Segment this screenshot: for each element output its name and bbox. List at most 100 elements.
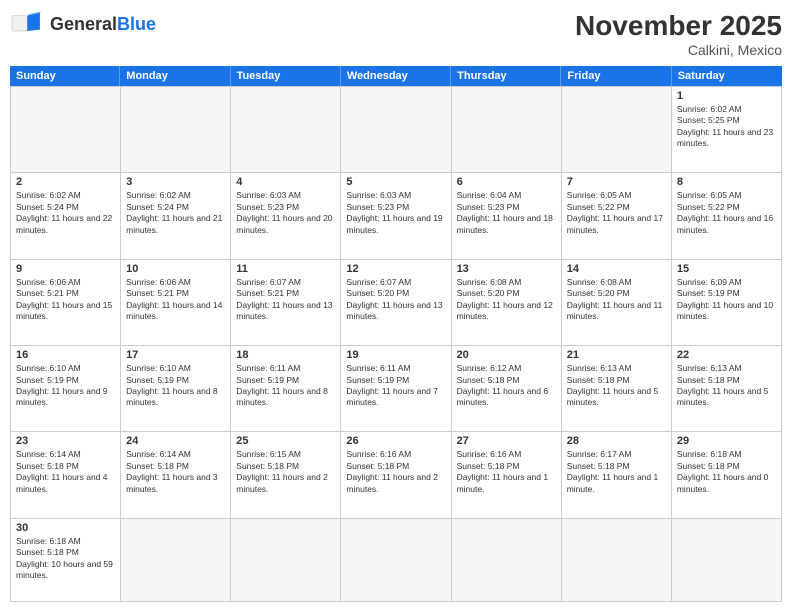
day-info: Sunrise: 6:05 AM Sunset: 5:22 PM Dayligh… [567, 190, 666, 236]
table-row: 28Sunrise: 6:17 AM Sunset: 5:18 PM Dayli… [562, 432, 672, 518]
day-number: 7 [567, 176, 666, 188]
day-number: 2 [16, 176, 115, 188]
day-info: Sunrise: 6:14 AM Sunset: 5:18 PM Dayligh… [16, 449, 115, 495]
day-info: Sunrise: 6:03 AM Sunset: 5:23 PM Dayligh… [346, 190, 445, 236]
day-number: 19 [346, 349, 445, 361]
table-row: 18 Sunrise: 6:11 AM Sunset: 5:19 PM Dayli… [231, 346, 341, 432]
table-row: 3 Sunrise: 6:02 AM Sunset: 5:24 PM Daylig… [121, 173, 231, 259]
table-row: 6Sunrise: 6:04 AM Sunset: 5:23 PM Daylig… [452, 173, 562, 259]
day-info: Sunrise: 6:04 AM Sunset: 5:23 PM Dayligh… [457, 190, 556, 236]
day-number: 27 [457, 435, 556, 447]
header-tuesday: Tuesday [231, 66, 341, 86]
calendar-header: Sunday Monday Tuesday Wednesday Thursday… [10, 66, 782, 86]
day-number: 9 [16, 263, 115, 275]
table-row: 8 Sunrise: 6:05 AM Sunset: 5:22 PM Daylig… [672, 173, 782, 259]
day-info: Sunrise: 6:02 AM Sunset: 5:24 PM Dayligh… [16, 190, 115, 236]
table-row: 30Sunrise: 6:18 AM Sunset: 5:18 PM Dayli… [11, 519, 121, 602]
day-info: Sunrise: 6:06 AM Sunset: 5:21 PM Dayligh… [16, 277, 115, 323]
table-row: 13Sunrise: 6:08 AM Sunset: 5:20 PM Dayli… [452, 260, 562, 346]
table-row: 26 Sunrise: 6:16 AM Sunset: 5:18 PM Dayli… [341, 432, 451, 518]
table-row: 5 Sunrise: 6:03 AM Sunset: 5:23 PM Daylig… [341, 173, 451, 259]
day-info: Sunrise: 6:07 AM Sunset: 5:21 PM Dayligh… [236, 277, 335, 323]
logo-text: GeneralBlue [50, 14, 156, 35]
day-info: Sunrise: 6:16 AM Sunset: 5:18 PM Dayligh… [346, 449, 445, 495]
table-row: 4 Sunrise: 6:03 AM Sunset: 5:23 PM Daylig… [231, 173, 341, 259]
day-number: 17 [126, 349, 225, 361]
day-info: Sunrise: 6:12 AM Sunset: 5:18 PM Dayligh… [457, 363, 556, 409]
table-row: 10Sunrise: 6:06 AM Sunset: 5:21 PM Dayli… [121, 260, 231, 346]
header-wednesday: Wednesday [341, 66, 451, 86]
page: GeneralBlue November 2025 Calkini, Mexic… [0, 0, 792, 612]
logo: GeneralBlue [10, 10, 156, 38]
day-info: Sunrise: 6:03 AM Sunset: 5:23 PM Dayligh… [236, 190, 335, 236]
day-number: 30 [16, 522, 115, 534]
day-number: 18 [236, 349, 335, 361]
table-row: 2 Sunrise: 6:02 AM Sunset: 5:24 PM Daylig… [11, 173, 121, 259]
table-row [11, 87, 121, 173]
header-thursday: Thursday [451, 66, 561, 86]
day-info: Sunrise: 6:15 AM Sunset: 5:18 PM Dayligh… [236, 449, 335, 495]
header-saturday: Saturday [672, 66, 782, 86]
day-number: 14 [567, 263, 666, 275]
header-sunday: Sunday [10, 66, 120, 86]
day-number: 26 [346, 435, 445, 447]
day-number: 16 [16, 349, 115, 361]
table-row [231, 87, 341, 173]
table-row [562, 87, 672, 173]
day-info: Sunrise: 6:08 AM Sunset: 5:20 PM Dayligh… [567, 277, 666, 323]
table-row: 9 Sunrise: 6:06 AM Sunset: 5:21 PM Daylig… [11, 260, 121, 346]
table-row [121, 87, 231, 173]
calendar: Sunday Monday Tuesday Wednesday Thursday… [10, 66, 782, 602]
table-row: 24 Sunrise: 6:14 AM Sunset: 5:18 PM Dayli… [121, 432, 231, 518]
day-info: Sunrise: 6:11 AM Sunset: 5:19 PM Dayligh… [236, 363, 335, 409]
table-row: 25 Sunrise: 6:15 AM Sunset: 5:18 PM Dayli… [231, 432, 341, 518]
day-number: 1 [677, 90, 776, 102]
table-row: 7 Sunrise: 6:05 AM Sunset: 5:22 PM Daylig… [562, 173, 672, 259]
table-row [562, 519, 672, 602]
day-number: 5 [346, 176, 445, 188]
day-info: Sunrise: 6:09 AM Sunset: 5:19 PM Dayligh… [677, 277, 776, 323]
day-number: 3 [126, 176, 225, 188]
table-row: 16Sunrise: 6:10 AM Sunset: 5:19 PM Dayli… [11, 346, 121, 432]
day-number: 22 [677, 349, 776, 361]
table-row: 20 Sunrise: 6:12 AM Sunset: 5:18 PM Dayli… [452, 346, 562, 432]
table-row [121, 519, 231, 602]
month-title: November 2025 [575, 10, 782, 42]
title-block: November 2025 Calkini, Mexico [575, 10, 782, 58]
day-number: 20 [457, 349, 556, 361]
day-info: Sunrise: 6:14 AM Sunset: 5:18 PM Dayligh… [126, 449, 225, 495]
table-row: 21Sunrise: 6:13 AM Sunset: 5:18 PM Dayli… [562, 346, 672, 432]
day-info: Sunrise: 6:05 AM Sunset: 5:22 PM Dayligh… [677, 190, 776, 236]
day-info: Sunrise: 6:10 AM Sunset: 5:19 PM Dayligh… [126, 363, 225, 409]
calendar-body: 1 Sunrise: 6:02 AM Sunset: 5:25 PM Daylig… [10, 86, 782, 602]
table-row [231, 519, 341, 602]
table-row: 27Sunrise: 6:16 AM Sunset: 5:18 PM Dayli… [452, 432, 562, 518]
table-row [452, 87, 562, 173]
table-row: 17 Sunrise: 6:10 AM Sunset: 5:19 PM Dayli… [121, 346, 231, 432]
day-number: 8 [677, 176, 776, 188]
day-number: 24 [126, 435, 225, 447]
day-number: 15 [677, 263, 776, 275]
day-info: Sunrise: 6:02 AM Sunset: 5:24 PM Dayligh… [126, 190, 225, 236]
table-row [452, 519, 562, 602]
table-row: 12Sunrise: 6:07 AM Sunset: 5:20 PM Dayli… [341, 260, 451, 346]
day-number: 12 [346, 263, 445, 275]
day-number: 23 [16, 435, 115, 447]
table-row: 11Sunrise: 6:07 AM Sunset: 5:21 PM Dayli… [231, 260, 341, 346]
header: GeneralBlue November 2025 Calkini, Mexic… [10, 10, 782, 58]
table-row: 15 Sunrise: 6:09 AM Sunset: 5:19 PM Dayli… [672, 260, 782, 346]
table-row: 1 Sunrise: 6:02 AM Sunset: 5:25 PM Daylig… [672, 87, 782, 173]
day-number: 13 [457, 263, 556, 275]
header-monday: Monday [120, 66, 230, 86]
logo-icon [10, 10, 46, 38]
day-info: Sunrise: 6:02 AM Sunset: 5:25 PM Dayligh… [677, 104, 776, 150]
table-row [341, 87, 451, 173]
day-number: 28 [567, 435, 666, 447]
table-row: 19Sunrise: 6:11 AM Sunset: 5:19 PM Dayli… [341, 346, 451, 432]
day-number: 25 [236, 435, 335, 447]
day-info: Sunrise: 6:18 AM Sunset: 5:18 PM Dayligh… [677, 449, 776, 495]
day-number: 4 [236, 176, 335, 188]
table-row: 23 Sunrise: 6:14 AM Sunset: 5:18 PM Dayli… [11, 432, 121, 518]
day-number: 21 [567, 349, 666, 361]
table-row [341, 519, 451, 602]
